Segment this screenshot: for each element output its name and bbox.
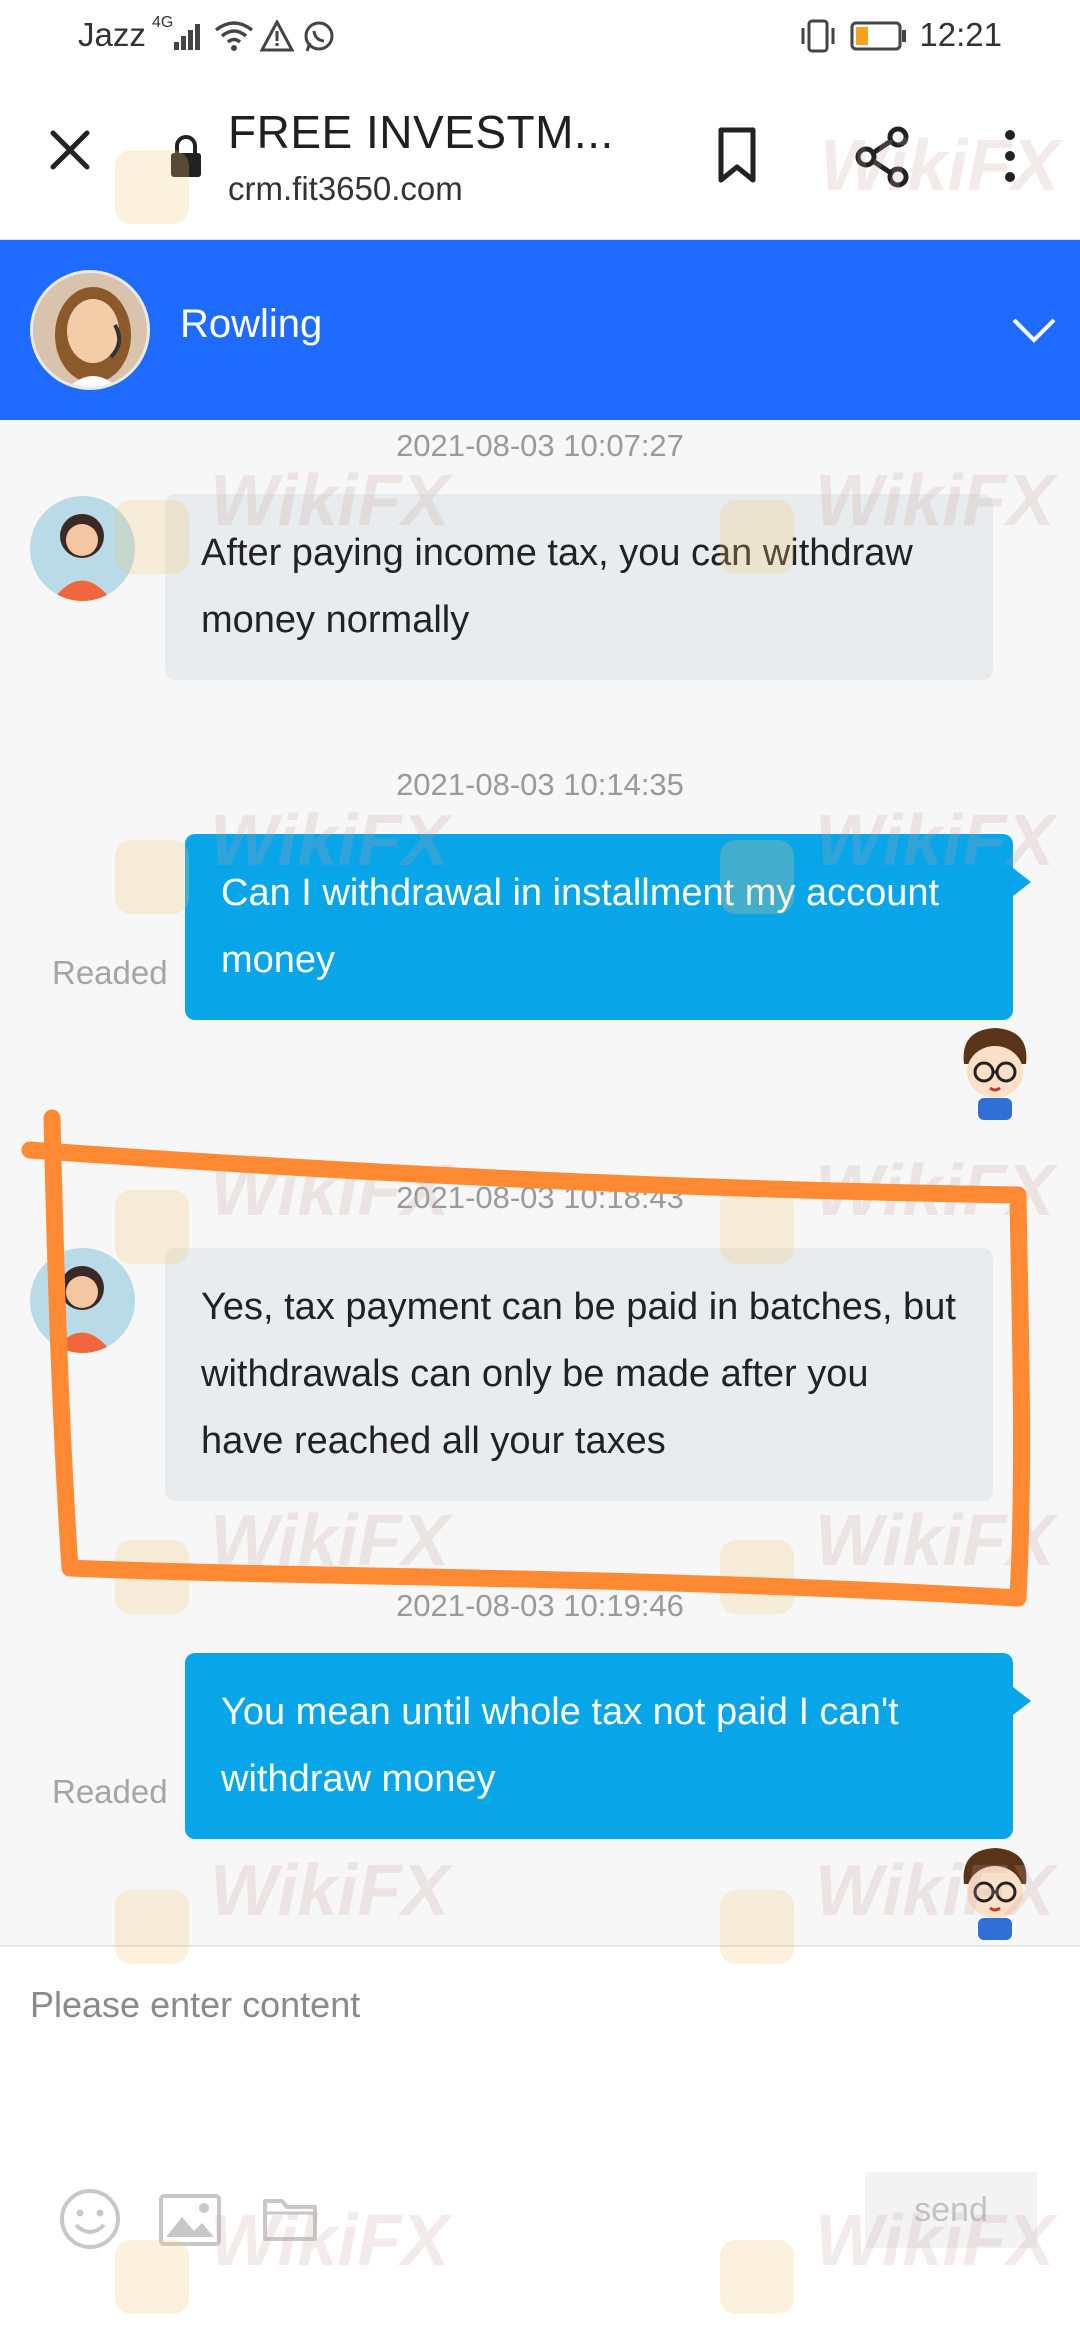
message-timestamp: 2021-08-03 10:18:43	[396, 1180, 684, 1215]
message-timestamp: 2021-08-03 10:14:35	[396, 767, 684, 802]
agent-avatar-small	[30, 1248, 135, 1353]
more-icon[interactable]	[998, 127, 1022, 185]
message-timestamp: 2021-08-03 10:19:46	[396, 1588, 684, 1623]
read-status: Readed	[52, 954, 168, 991]
watermark: WikiFX	[210, 1851, 450, 1931]
warning-icon	[260, 20, 294, 52]
outgoing-message: Can I withdrawal in installment my accou…	[185, 834, 1031, 1020]
browser-toolbar: FREE INVESTM... crm.fit3650.com	[0, 75, 1080, 240]
carrier-label: Jazz	[78, 16, 146, 53]
send-button[interactable]: send	[865, 2172, 1037, 2248]
emoji-icon[interactable]	[58, 2187, 122, 2251]
share-icon[interactable]	[852, 125, 912, 189]
watermark-logo	[115, 840, 189, 914]
image-icon[interactable]	[158, 2193, 222, 2247]
agent-avatar	[30, 270, 150, 390]
chevron-down-icon[interactable]	[1010, 310, 1058, 350]
close-icon[interactable]	[45, 125, 95, 175]
status-bar: Jazz 4G 12:21	[0, 0, 1080, 75]
wifi-icon	[214, 21, 254, 51]
read-status: Readed	[52, 1773, 168, 1810]
lock-icon	[171, 135, 201, 177]
page-title: FREE INVESTM...	[228, 106, 614, 158]
page-url[interactable]: crm.fit3650.com	[228, 170, 463, 208]
battery-icon	[850, 21, 906, 51]
incoming-message: Yes, tax payment can be paid in batches,…	[165, 1248, 993, 1501]
message-input[interactable]	[30, 1975, 1030, 2035]
agent-name: Rowling	[180, 302, 323, 346]
chat-header[interactable]: Rowling	[0, 240, 1080, 420]
whatsapp-icon	[304, 21, 334, 52]
incoming-message: After paying income tax, you can withdra…	[165, 494, 993, 680]
network-type-label: 4G	[152, 14, 174, 31]
message-composer: send	[0, 1945, 1080, 2340]
user-avatar	[950, 1842, 1040, 1940]
vibrate-icon	[801, 19, 835, 53]
watermark: WikiFX	[210, 1501, 450, 1581]
bookmark-icon[interactable]	[712, 125, 762, 185]
clock-label: 12:21	[919, 16, 1002, 53]
user-avatar	[950, 1022, 1040, 1120]
signal-icon	[174, 24, 200, 50]
outgoing-message: You mean until whole tax not paid I can'…	[185, 1653, 1031, 1839]
agent-avatar-small	[30, 496, 135, 601]
folder-icon[interactable]	[262, 2193, 318, 2243]
message-timestamp: 2021-08-03 10:07:27	[396, 428, 684, 463]
watermark: WikiFX	[815, 1501, 1055, 1581]
